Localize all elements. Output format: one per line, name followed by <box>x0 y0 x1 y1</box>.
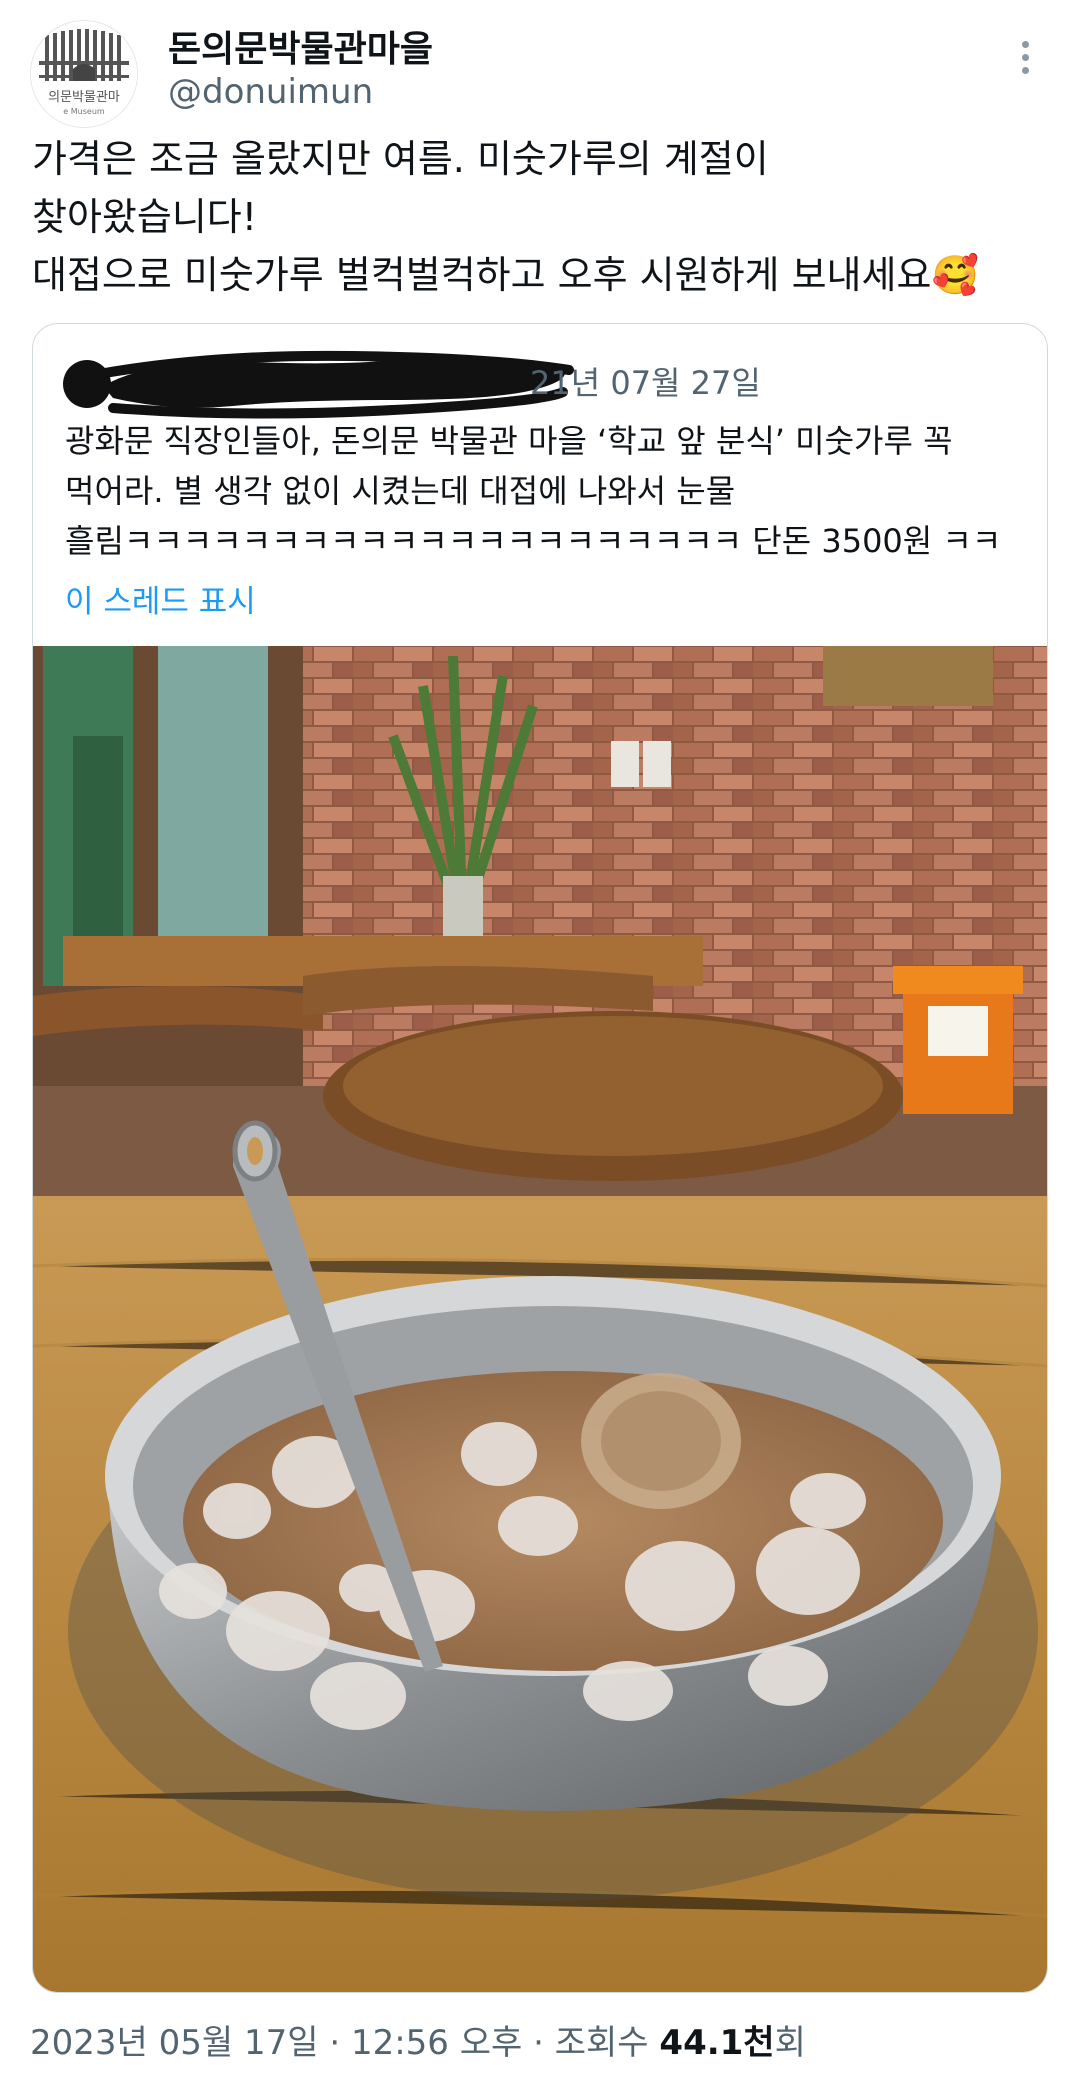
quoted-date: 21년 07월 27일 <box>530 364 761 402</box>
more-options-button[interactable] <box>1010 36 1040 82</box>
separator: · <box>522 2023 555 2063</box>
tweet-line: 대접으로 미숫가루 벌컥벌컥하고 오후 시원하게 보내세요🥰 <box>32 253 979 297</box>
avatar[interactable]: 의문박물관마 e Museum <box>30 20 138 128</box>
quoted-line: 흘림ㅋㅋㅋㅋㅋㅋㅋㅋㅋㅋㅋㅋㅋㅋㅋㅋㅋㅋㅋㅋㅋ 단돈 3500원 ㅋㅋ <box>65 522 1002 560</box>
tweet-line: 찾아왔습니다! <box>32 195 257 239</box>
user-handle[interactable]: @donuimun <box>168 72 373 112</box>
quoted-text: 광화문 직장인들아, 돈의문 박물관 마을 ‘학교 앞 분식’ 미숫가루 꼭 먹… <box>65 416 1025 566</box>
views-suffix: 회 <box>774 2023 806 2063</box>
tweet-meta: 2023년 05월 17일 · 12:56 오후 · 조회수 44.1천회 <box>30 2015 806 2064</box>
more-vertical-icon-dot <box>1021 54 1029 61</box>
more-vertical-icon-dot <box>1021 67 1029 74</box>
tweet-photo[interactable] <box>33 646 1047 1992</box>
tweet-date[interactable]: 2023년 05월 17일 <box>30 2023 319 2063</box>
views-count[interactable]: 44.1천 <box>659 2023 774 2063</box>
quoted-tweet-card[interactable]: 21년 07월 27일 광화문 직장인들아, 돈의문 박물관 마을 ‘학교 앞 … <box>32 323 1048 1993</box>
svg-text:의문박물관마: 의문박물관마 <box>48 90 120 105</box>
tweet-line: 가격은 조금 올랐지만 여름. 미숫가루의 계절이 <box>32 137 769 181</box>
tweet-text: 가격은 조금 올랐지만 여름. 미숫가루의 계절이 찾아왔습니다! 대접으로 미… <box>32 130 1052 304</box>
redaction-scribble <box>94 350 574 419</box>
quoted-line: 먹어라. 별 생각 없이 시켰는데 대접에 나와서 눈물 <box>65 472 736 510</box>
separator: · <box>318 2023 351 2063</box>
views-label: 조회수 <box>554 2023 660 2063</box>
quoted-line: 광화문 직장인들아, 돈의문 박물관 마을 ‘학교 앞 분식’ 미숫가루 꼭 <box>65 422 953 460</box>
show-thread-link[interactable]: 이 스레드 표시 <box>65 576 256 621</box>
museum-logo-icon: 의문박물관마 e Museum <box>31 21 137 127</box>
more-vertical-icon <box>1021 41 1029 48</box>
svg-text:e Museum: e Museum <box>63 107 105 116</box>
tweet-time[interactable]: 12:56 오후 <box>351 2023 522 2063</box>
display-name[interactable]: 돈의문박물관마을 <box>168 20 433 72</box>
